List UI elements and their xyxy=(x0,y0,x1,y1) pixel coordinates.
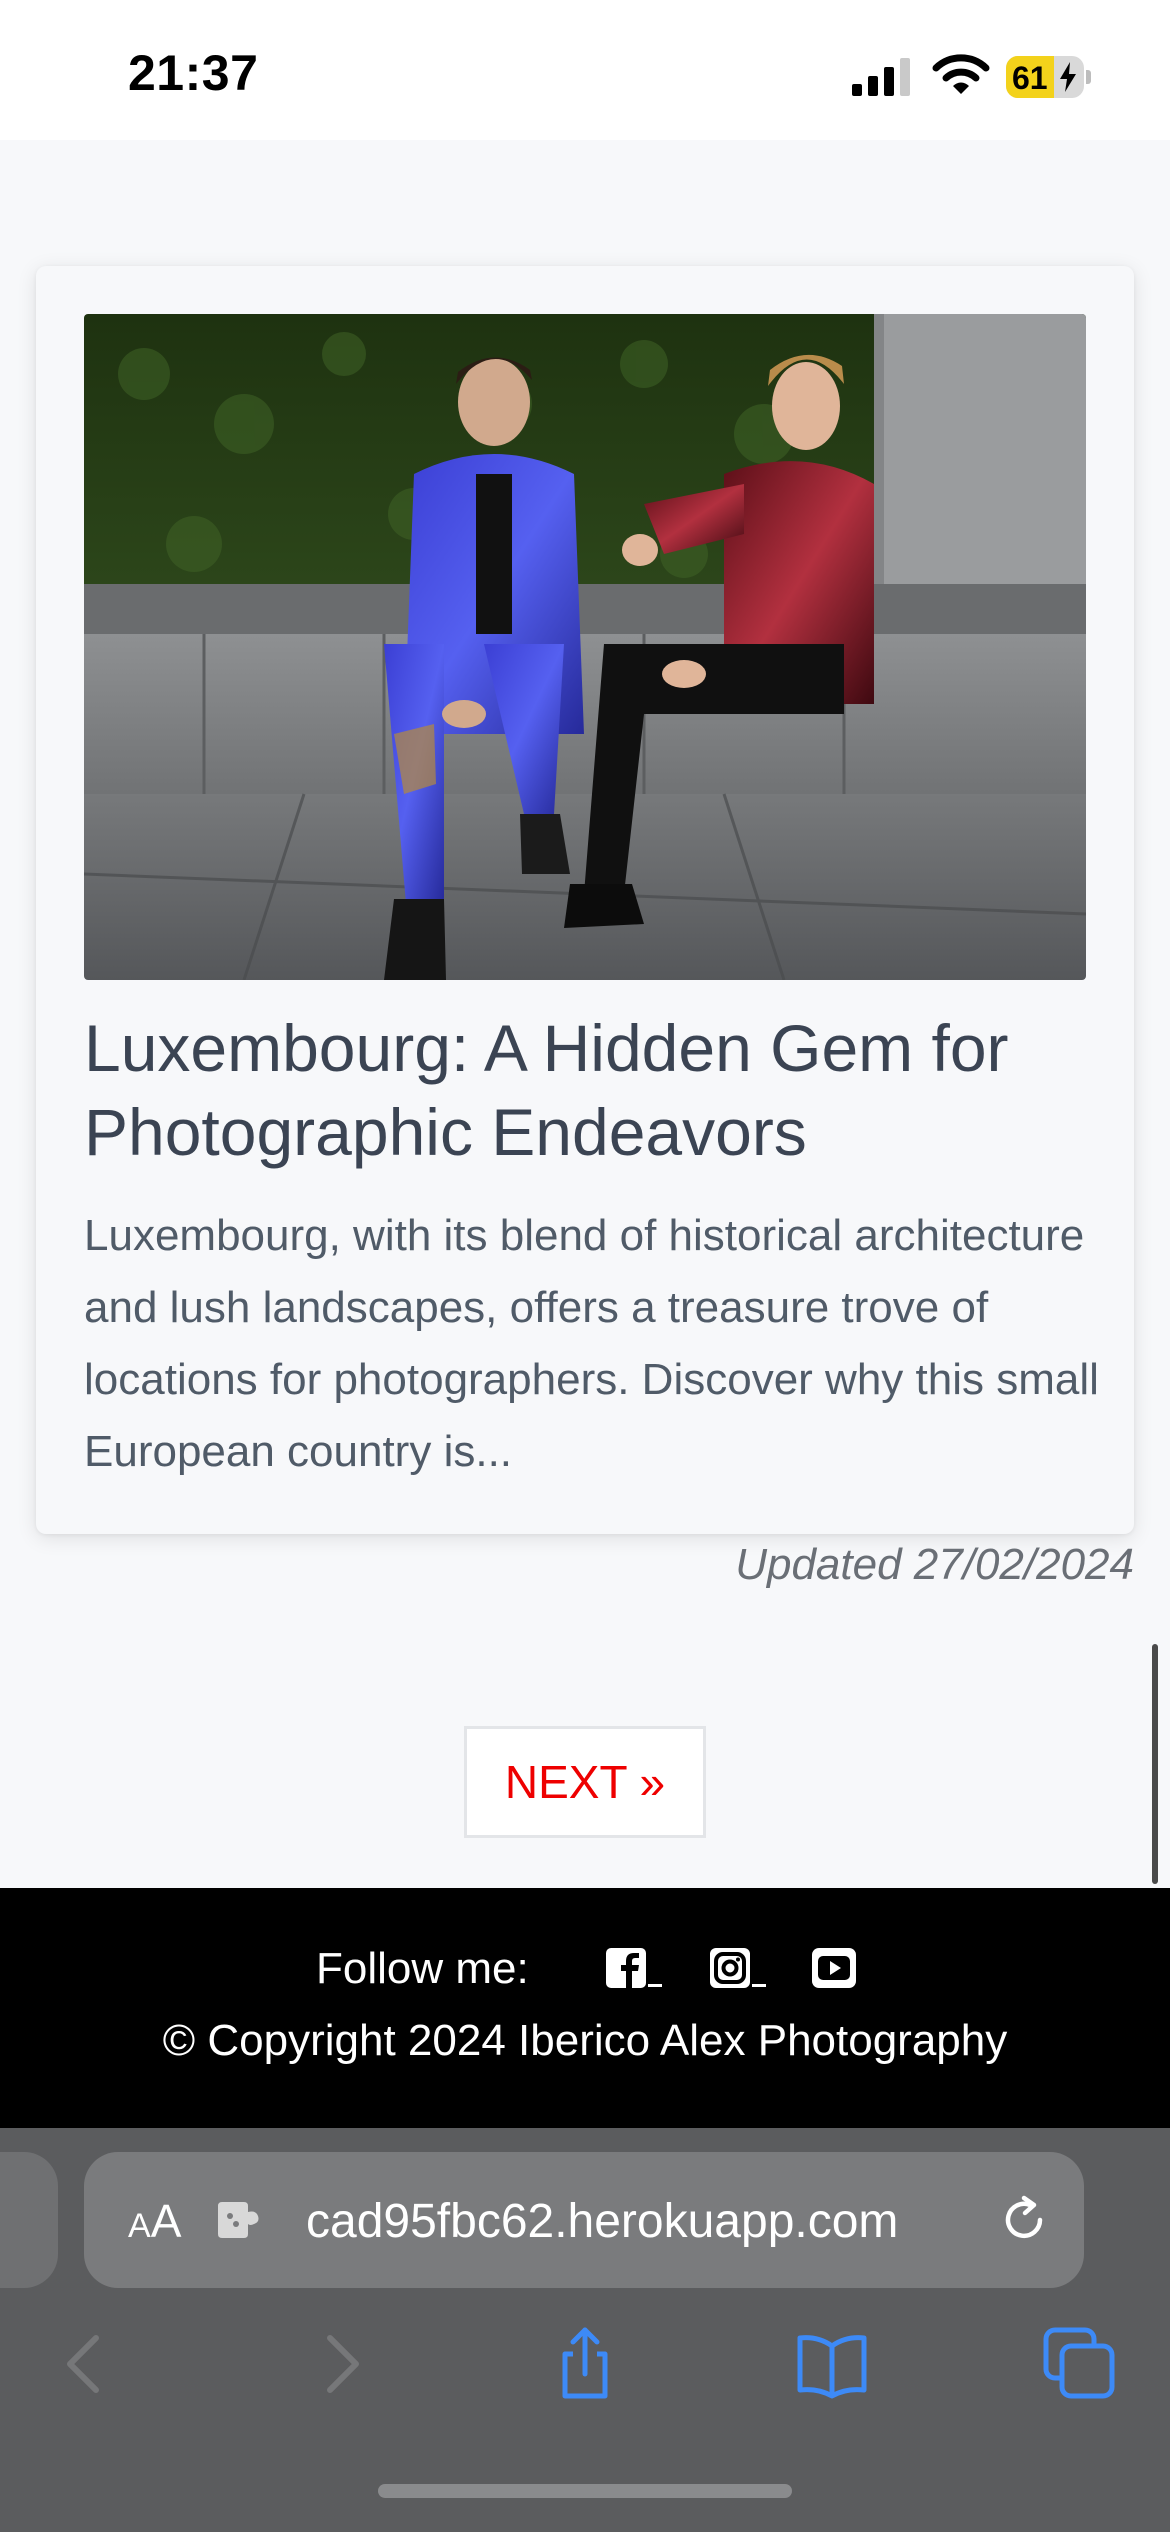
facebook-icon[interactable] xyxy=(602,1944,666,1992)
bolt-icon xyxy=(1060,62,1076,92)
follow-me-label: Follow me: xyxy=(316,1944,529,1993)
signal-icon xyxy=(852,58,910,96)
back-icon[interactable] xyxy=(46,2324,126,2404)
post-updated-date: Updated 27/02/2024 xyxy=(735,1540,1134,1589)
home-indicator xyxy=(378,2484,792,2498)
scrollbar-thumb[interactable] xyxy=(1152,1644,1158,1884)
next-page-button[interactable]: NEXT » xyxy=(464,1726,706,1838)
share-icon[interactable] xyxy=(545,2324,625,2404)
youtube-icon[interactable] xyxy=(810,1944,874,1992)
post-title[interactable]: Luxembourg: A Hidden Gem for Photographi… xyxy=(84,1006,1104,1174)
status-bar: 21:37 61 xyxy=(0,0,1170,140)
post-image[interactable] xyxy=(84,314,1086,980)
address-bar[interactable]: AA cad95fbc62.herokuapp.com xyxy=(84,2152,1084,2288)
battery-level: 61 xyxy=(1012,60,1048,96)
forward-icon[interactable] xyxy=(300,2324,380,2404)
instagram-icon[interactable] xyxy=(706,1944,770,1992)
browser-bottom-bar: AA cad95fbc62.herokuapp.com xyxy=(0,2128,1170,2532)
tabs-icon[interactable] xyxy=(1040,2324,1120,2404)
status-time: 21:37 xyxy=(128,45,259,101)
post-card[interactable]: Luxembourg: A Hidden Gem for Photographi… xyxy=(36,266,1134,1534)
reload-icon[interactable] xyxy=(996,2192,1052,2248)
extension-icon[interactable] xyxy=(214,2196,264,2244)
wifi-icon xyxy=(932,54,990,94)
previous-tab-preview[interactable] xyxy=(0,2152,58,2288)
page-settings-button[interactable]: AA xyxy=(128,2194,181,2248)
site-footer: Follow me: © Copyright 2024 Iberico Alex… xyxy=(0,1888,1170,2128)
post-excerpt: Luxembourg, with its blend of historical… xyxy=(84,1211,1099,1476)
battery-charging-icon: 61 xyxy=(1006,56,1091,98)
url-display[interactable]: cad95fbc62.herokuapp.com xyxy=(306,2194,996,2249)
copyright-text: © Copyright 2024 Iberico Alex Photograph… xyxy=(162,2016,1008,2065)
bookmarks-icon[interactable] xyxy=(792,2324,872,2404)
